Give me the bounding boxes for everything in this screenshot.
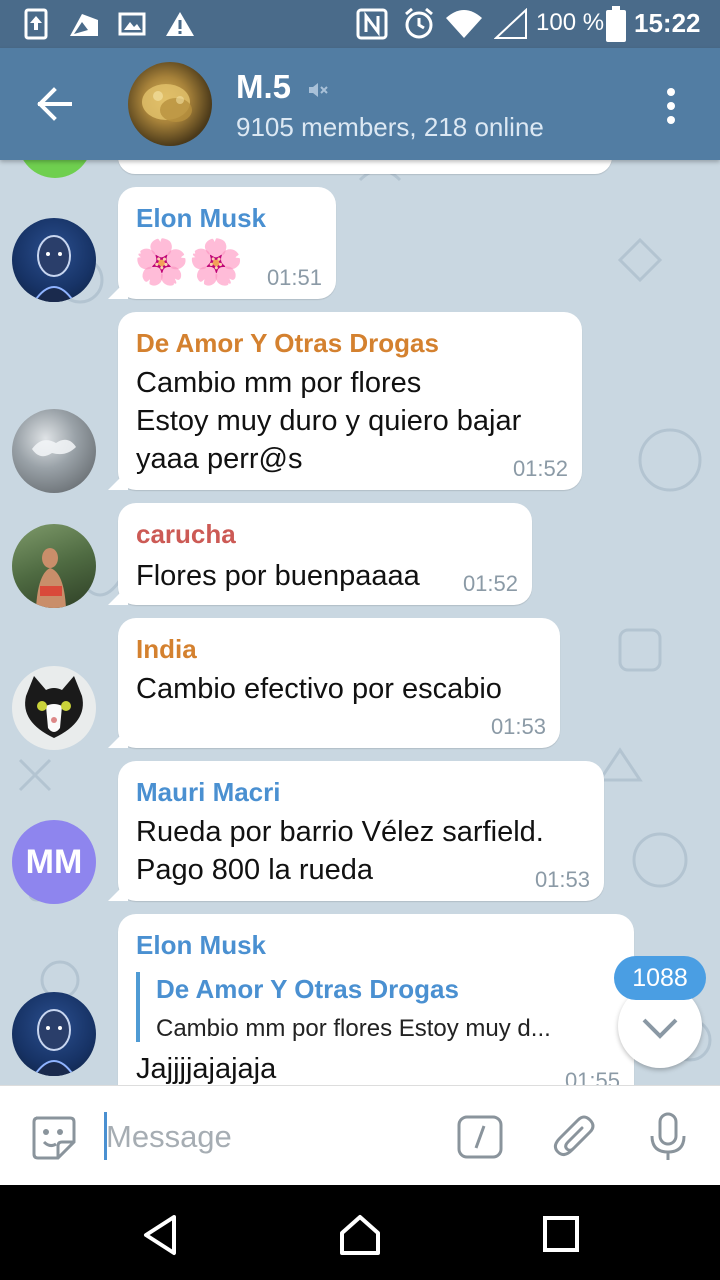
unread-count-badge[interactable]: 1088 (614, 956, 706, 1000)
warning-icon (166, 12, 194, 36)
message-sender[interactable]: carucha (136, 519, 236, 550)
reply-text: Cambio mm por flores Estoy muy d... (156, 1015, 551, 1042)
message-list[interactable]: Elon Musk 🌸🌸 01:51 De Amor Y Otras Droga… (0, 160, 720, 1085)
microphone-icon[interactable] (648, 1112, 688, 1162)
message-sender[interactable]: Elon Musk (136, 930, 266, 961)
nav-recents-icon[interactable] (542, 1215, 580, 1253)
avatar-india[interactable] (12, 666, 96, 750)
image-notification-icon (118, 12, 146, 36)
battery-icon (606, 6, 626, 42)
message-sender[interactable]: Mauri Macri (136, 777, 281, 808)
message-time: 01:53 (490, 714, 546, 739)
group-avatar[interactable] (128, 62, 212, 146)
reply-preview[interactable]: De Amor Y Otras Drogas Cambio mm por flo… (136, 972, 596, 1042)
message-input[interactable] (106, 1114, 436, 1160)
message-bubble[interactable]: De Amor Y Otras Drogas Cambio mm por flo… (108, 312, 582, 490)
group-title[interactable]: M.5 (236, 68, 291, 106)
alarm-icon (405, 7, 433, 39)
bot-command-icon[interactable] (456, 1114, 504, 1160)
reply-sender: De Amor Y Otras Drogas (156, 974, 459, 1004)
message-time: 01:52 (462, 571, 518, 596)
avatar-de-amor-y-otras-drogas[interactable] (12, 409, 96, 493)
nfc-icon (356, 8, 388, 40)
message-text: 🌸🌸 (134, 238, 244, 287)
back-arrow-icon[interactable] (30, 84, 78, 124)
message-bubble[interactable]: Elon Musk 🌸🌸 01:51 (108, 187, 336, 299)
partial-message-bubble (118, 160, 612, 174)
muted-speaker-icon (309, 83, 328, 97)
avatar-carucha[interactable] (12, 524, 96, 608)
nav-back-icon[interactable] (140, 1213, 180, 1257)
gallery-notification-icon (70, 14, 98, 36)
status-bar: 100 % 15:22 (0, 0, 720, 48)
message-time: 01:55 (564, 1068, 620, 1085)
message-bubble[interactable]: India Cambio efectivo por escabio 01:53 (108, 618, 560, 748)
message-sender[interactable]: De Amor Y Otras Drogas (136, 328, 439, 359)
avatar-initials: MM (25, 843, 83, 881)
avatar-elon-musk[interactable] (12, 218, 96, 302)
message-text: Jajjjjajajaja (136, 1053, 277, 1085)
message-text: Flores por buenpaaaa (136, 560, 420, 592)
avatar-mauri-macri[interactable]: MM (12, 820, 96, 904)
message-time: 01:51 (266, 265, 322, 290)
message-text: Rueda por barrio Vélez sarfield. Pago 80… (136, 816, 544, 886)
paperclip-icon[interactable] (552, 1112, 600, 1162)
message-time: 01:52 (512, 456, 568, 481)
message-text: Cambio mm por flores Estoy muy duro y qu… (136, 367, 522, 475)
clock: 15:22 (634, 8, 701, 38)
message-bubble[interactable]: Mauri Macri Rueda por barrio Vélez sarfi… (108, 761, 604, 901)
system-navigation-bar (0, 1185, 720, 1280)
nav-home-icon[interactable] (338, 1213, 382, 1257)
message-time: 01:53 (534, 867, 590, 892)
more-options-icon[interactable] (656, 86, 686, 126)
signal-icon (494, 8, 527, 39)
battery-percent: 100 % (536, 9, 605, 36)
chat-header: M.5 9105 members, 218 online (0, 48, 720, 160)
message-sender[interactable]: India (136, 634, 197, 665)
message-bubble[interactable]: carucha Flores por buenpaaaa 01:52 (108, 503, 532, 605)
message-sender[interactable]: Elon Musk (136, 203, 266, 234)
message-bubble[interactable]: Elon Musk De Amor Y Otras Drogas Cambio … (118, 914, 634, 1085)
avatar-elon-musk[interactable] (12, 992, 96, 1076)
message-composer (0, 1085, 720, 1185)
upload-notification-icon (24, 8, 48, 40)
sticker-emoji-icon[interactable] (28, 1112, 78, 1162)
member-count: 9105 members, 218 online (236, 112, 544, 142)
message-text: Cambio efectivo por escabio (136, 673, 502, 705)
wifi-icon (446, 10, 482, 38)
